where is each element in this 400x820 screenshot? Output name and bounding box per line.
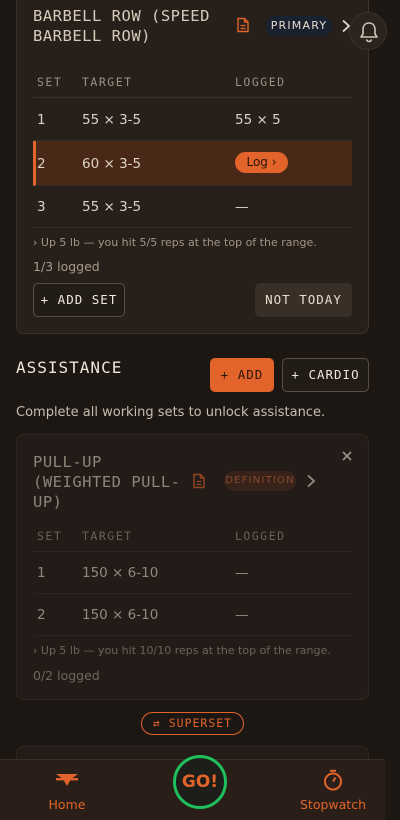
column-logged: LOGGED <box>235 75 286 89</box>
set-number: 1 <box>37 565 46 581</box>
bell-icon <box>360 22 378 43</box>
set-number: 3 <box>37 199 46 215</box>
sets-table-header: SET TARGET LOGGED <box>33 522 352 552</box>
set-row: 1 150 × 6-10 — <box>33 552 352 594</box>
nav-home[interactable]: Home <box>22 760 112 820</box>
set-target: 60 × 3-5 <box>82 156 142 172</box>
document-icon[interactable] <box>235 17 251 33</box>
set-target: 150 × 6-10 <box>82 607 159 623</box>
progression-hint: › Up 5 lb — you hit 5/5 reps at the top … <box>33 236 317 249</box>
set-row[interactable]: 1 55 × 3-5 55 × 5 <box>33 99 352 141</box>
set-logged: 55 × 5 <box>235 112 281 128</box>
exercise-title-line: (WEIGHTED PULL- <box>33 473 181 491</box>
go-button[interactable]: GO! <box>173 755 227 809</box>
logged-count: 1/3 logged <box>33 259 100 274</box>
home-icon <box>56 774 78 786</box>
chevron-right-icon[interactable] <box>306 474 316 488</box>
set-row: 2 150 × 6-10 — <box>33 594 352 636</box>
nav-home-label: Home <box>48 797 86 812</box>
workout-screen: BARBELL ROW (SPEED BARBELL ROW) PRIMARY … <box>0 0 400 820</box>
sets-table-header: SET TARGET LOGGED <box>33 68 352 98</box>
stopwatch-icon <box>324 769 342 791</box>
add-set-button[interactable]: + ADD SET <box>33 283 125 317</box>
set-target: 55 × 3-5 <box>82 199 142 215</box>
column-logged: LOGGED <box>235 529 286 543</box>
set-row[interactable]: 3 55 × 3-5 — <box>33 186 352 228</box>
set-target: 55 × 3-5 <box>82 112 142 128</box>
exercise-title-line: UP) <box>33 493 63 511</box>
set-number: 2 <box>37 156 46 172</box>
set-row-active[interactable]: 2 60 × 3-5 Log › <box>33 141 352 186</box>
set-target: 150 × 6-10 <box>82 565 159 581</box>
column-target: TARGET <box>82 529 133 543</box>
column-set: SET <box>37 75 63 89</box>
assistance-description: Complete all working sets to unlock assi… <box>16 405 326 420</box>
exercise-title-line: PULL-UP <box>33 453 102 471</box>
primary-exercise-card: BARBELL ROW (SPEED BARBELL ROW) PRIMARY … <box>16 0 369 334</box>
notifications-button[interactable] <box>349 12 387 50</box>
column-set: SET <box>37 529 63 543</box>
set-logged: — <box>235 607 249 623</box>
close-icon[interactable] <box>341 450 353 462</box>
progression-hint: › Up 5 lb — you hit 10/10 reps at the to… <box>33 644 331 657</box>
set-number: 2 <box>37 607 46 623</box>
set-logged: — <box>235 565 249 581</box>
nav-stopwatch-label: Stopwatch <box>300 797 366 812</box>
logged-count: 0/2 logged <box>33 668 100 683</box>
assistance-exercise-card: PULL-UP (WEIGHTED PULL- UP) DEFINITION S… <box>16 434 369 700</box>
primary-badge: PRIMARY <box>266 16 332 36</box>
document-icon[interactable] <box>191 473 207 489</box>
add-cardio-button[interactable]: + CARDIO <box>282 358 369 392</box>
log-set-button[interactable]: Log › <box>235 152 288 173</box>
nav-stopwatch[interactable]: Stopwatch <box>288 760 378 820</box>
add-assistance-button[interactable]: + ADD <box>210 358 274 392</box>
column-target: TARGET <box>82 75 133 89</box>
assistance-title: ASSISTANCE <box>16 358 123 377</box>
set-logged: — <box>235 199 249 215</box>
superset-button[interactable]: ⇄ SUPERSET <box>141 712 244 735</box>
exercise-title: BARBELL ROW (SPEED BARBELL ROW) <box>33 7 210 45</box>
definition-badge: DEFINITION <box>224 471 296 491</box>
not-today-button[interactable]: NOT TODAY <box>255 283 352 317</box>
set-number: 1 <box>37 112 46 128</box>
